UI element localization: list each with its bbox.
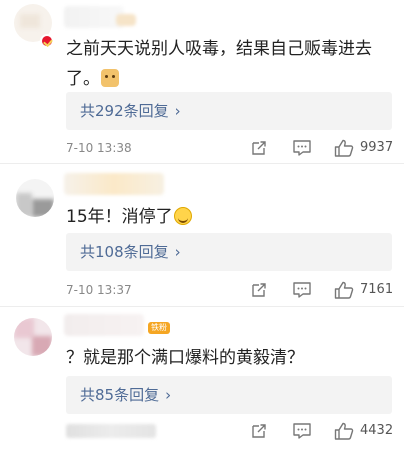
comment-icon[interactable] — [292, 281, 312, 299]
share-icon[interactable] — [250, 281, 270, 299]
chevron-right-icon: › — [165, 386, 172, 404]
view-replies-button[interactable]: 共85条回复 › — [66, 376, 392, 414]
comment-text: ？就是那个满口爆料的黄毅清？ — [66, 348, 304, 368]
username-blurred[interactable] — [64, 6, 124, 28]
avatar[interactable] — [14, 318, 52, 356]
view-replies-button[interactable]: 共292条回复 › — [66, 92, 392, 130]
fan-badge: 铁粉 — [148, 322, 170, 334]
timestamp-blurred — [66, 424, 156, 438]
username-badge-blurred — [116, 14, 136, 26]
username-blurred[interactable] — [64, 173, 164, 195]
avatar[interactable] — [16, 179, 54, 217]
comment-meta: 7-10 13:37 7161 — [66, 279, 394, 301]
comment-meta: 4432 — [66, 420, 394, 442]
chevron-right-icon: › — [174, 102, 181, 120]
like-count: 7161 — [360, 282, 394, 297]
divider — [0, 306, 404, 307]
chevron-right-icon: › — [174, 243, 181, 261]
timestamp: 7-10 13:38 — [66, 141, 132, 155]
view-replies-button[interactable]: 共108条回复 › — [66, 233, 392, 271]
like-icon[interactable] — [334, 281, 354, 299]
timestamp: 7-10 13:37 — [66, 283, 132, 297]
like-icon[interactable] — [334, 422, 354, 440]
comment-text: 15年！消停了 — [66, 202, 392, 232]
comment-item: 铁粉 ？就是那个满口爆料的黄毅清？ 共85条回复 › 4432 — [0, 308, 404, 449]
comment-icon[interactable] — [292, 422, 312, 440]
comment-item: 15年！消停了 共108条回复 › 7-10 13:37 7161 — [0, 165, 404, 305]
comment-item: 之前天天说别人吸毒，结果自己贩毒进去了。 共292条回复 › 7-10 13:38… — [0, 0, 404, 160]
like-icon[interactable] — [334, 139, 354, 157]
comment-text: 之前天天说别人吸毒，结果自己贩毒进去了。 — [66, 39, 372, 89]
smile-emoji-icon — [173, 207, 192, 225]
comment-icon[interactable] — [292, 139, 312, 157]
share-icon[interactable] — [250, 422, 270, 440]
like-count: 4432 — [360, 423, 394, 438]
comment-meta: 7-10 13:38 9937 — [66, 137, 394, 159]
divider — [0, 163, 404, 164]
username-blurred[interactable] — [64, 314, 144, 336]
share-icon[interactable] — [250, 139, 270, 157]
doge-emoji-icon — [101, 69, 119, 87]
like-count: 9937 — [360, 140, 394, 155]
verified-badge-icon — [40, 34, 54, 48]
